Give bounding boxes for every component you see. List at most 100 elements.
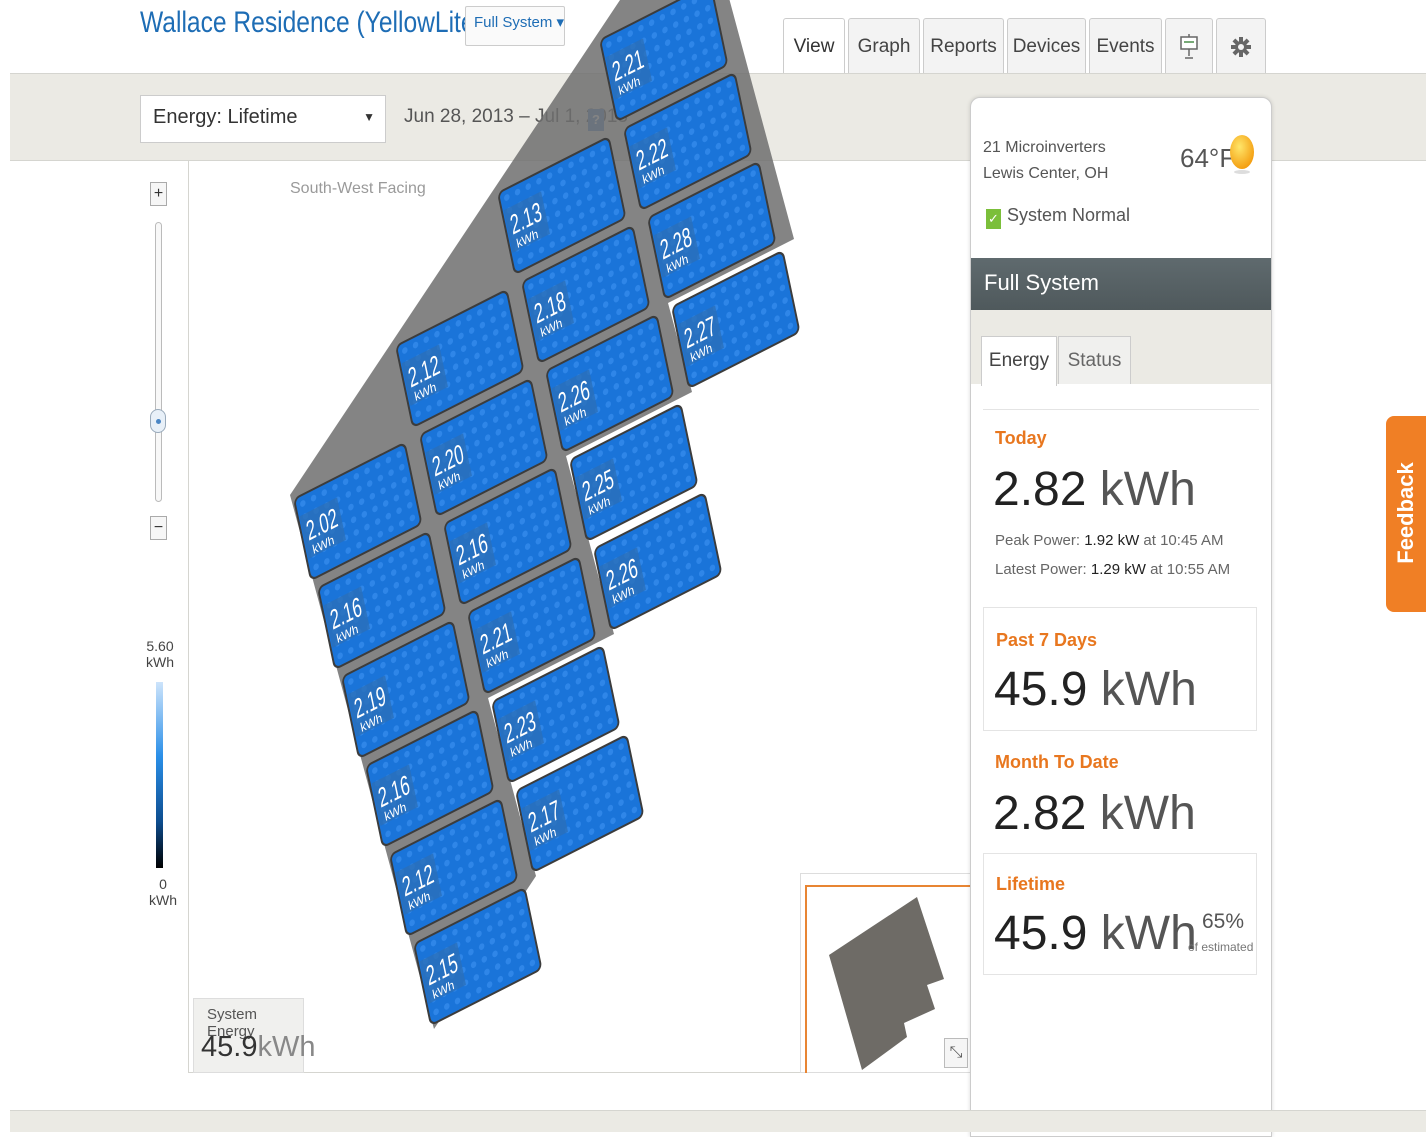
system-name-header: Full System [971, 258, 1271, 310]
panel-cell [656, 57, 663, 65]
zoom-out-button[interactable]: − [150, 516, 167, 540]
system-energy-value: 45.9kWh [201, 1031, 315, 1064]
latest-power: Latest Power: 1.29 kW at 10:55 AM [995, 561, 1230, 578]
tab-reports-label: Reports [930, 35, 997, 57]
system-energy-unit: kWh [257, 1031, 316, 1063]
tab-events-label: Events [1096, 35, 1155, 57]
legend-max-unit: kWh [146, 654, 174, 670]
panel-cell [648, 19, 655, 27]
stat-today: Today 2.82 kWh Peak Power: 1.92 kW at 10… [983, 418, 1257, 608]
panel-cell [702, 48, 708, 56]
zoom-slider[interactable] [155, 222, 162, 502]
panel-cell [659, 13, 666, 21]
panel-cell [619, 48, 625, 56]
facing-label: South-West Facing [290, 180, 426, 197]
past7-unit: kWh [1100, 663, 1197, 716]
page-title: Wallace Residence (YellowLite) [140, 6, 483, 39]
zoom-in-button[interactable]: + [150, 182, 167, 206]
system-dropdown[interactable]: Full System ▾ [465, 6, 565, 46]
mtd-unit: kWh [1099, 787, 1196, 840]
panel-cell [630, 42, 636, 50]
panel-cell [654, 44, 660, 52]
latest-power-label: Latest Power: [995, 561, 1091, 578]
panel-cell [664, 39, 671, 46]
tab-events[interactable]: Events [1089, 18, 1162, 74]
chevron-down-icon: ▾ [556, 14, 565, 31]
panel-cell [622, 61, 628, 68]
panel-cell [686, 28, 692, 36]
system-status-text: System Normal [1007, 205, 1131, 225]
panel-cell [680, 59, 687, 66]
panel-cell [646, 62, 652, 70]
lifetime-unit: kWh [1100, 907, 1197, 960]
panel-cell [640, 37, 647, 45]
lifetime-label: Lifetime [996, 874, 1066, 894]
tab-view[interactable]: View [783, 18, 845, 75]
gear-icon [1231, 36, 1251, 57]
feedback-label: Feedback [1393, 462, 1418, 564]
peak-power: Peak Power: 1.92 kW at 10:45 AM [995, 532, 1223, 549]
minimap-array-shape [829, 897, 944, 1070]
panel-cell [678, 46, 684, 54]
lifetime-value: 45.9 kWh [994, 906, 1197, 961]
legend-min: 0 kWh [149, 876, 177, 908]
minimap-toggle-button[interactable]: ⤡ [944, 1038, 968, 1068]
tab-energy[interactable]: Energy [981, 336, 1057, 386]
stat-past7: Past 7 Days 45.9 kWh [983, 607, 1257, 731]
energy-range-label: Energy: Lifetime [153, 106, 298, 128]
panel-cell [627, 30, 633, 37]
system-energy-box: System Energy 45.9kWh [193, 998, 315, 1073]
panel-cell [608, 53, 615, 61]
panel-cell [704, 61, 711, 68]
lifetime-percent-label: of estimated [1188, 940, 1254, 954]
panel-cell [691, 53, 698, 61]
mtd-number: 2.82 [993, 787, 1087, 840]
color-legend-bar [156, 682, 163, 868]
panel-cell [662, 26, 668, 34]
stat-lifetime: Lifetime 45.9 kWh 65% of estimated [983, 853, 1257, 975]
panel-cell [712, 42, 719, 50]
panel-cell [688, 41, 695, 48]
legend-max-value: 5.60 [146, 638, 174, 654]
past7-label: Past 7 Days [996, 630, 1098, 650]
tab-status[interactable]: Status [1058, 336, 1131, 384]
panel-cell [616, 35, 623, 43]
panel-cell [670, 64, 676, 72]
panel-cell [683, 15, 690, 23]
tab-view-label: View [793, 36, 835, 57]
check-icon: ✓ [986, 209, 1001, 229]
tab-reports[interactable]: Reports [923, 18, 1004, 74]
legend-min-value: 0 [159, 876, 167, 892]
panel-cell [691, 0, 698, 5]
energy-range-select[interactable]: Energy: Lifetime ▼ [140, 95, 386, 143]
sun-icon [1230, 135, 1254, 174]
lifetime-number: 45.9 [994, 907, 1088, 960]
system-status: ✓ System Normal [986, 205, 1130, 229]
tab-graph-label: Graph [857, 35, 911, 57]
past7-number: 45.9 [994, 663, 1088, 716]
legend-min-unit: kWh [149, 892, 177, 908]
lifetime-percent: 65% [1202, 910, 1245, 933]
panel-cell [705, 4, 711, 12]
panel-cell [670, 8, 676, 16]
zoom-slider-handle[interactable] [150, 409, 166, 433]
tab-graph[interactable]: Graph [848, 18, 920, 74]
site-location: Lewis Center, OH [983, 165, 1109, 182]
feedback-tab[interactable]: Feedback [1386, 416, 1426, 612]
today-label: Today [995, 428, 1047, 448]
tab-presentation[interactable] [1165, 18, 1213, 74]
panel-cell [667, 51, 674, 59]
presentation-icon [1180, 33, 1198, 59]
peak-power-label: Peak Power: [995, 532, 1085, 549]
help-icon[interactable]: ? [588, 109, 604, 131]
tab-settings[interactable] [1216, 18, 1266, 74]
dropdown-arrow-icon: ▼ [363, 110, 375, 124]
tab-devices[interactable]: Devices [1007, 18, 1086, 74]
today-value: 2.82 kWh [993, 462, 1196, 517]
panel-cell [632, 55, 639, 63]
latest-power-value: 1.29 kW [1090, 561, 1146, 578]
panel-cell [672, 21, 679, 28]
latest-power-time: at 10:55 AM [1145, 561, 1231, 578]
legend-max: 5.60 kWh [146, 638, 174, 670]
panel-cell [699, 35, 706, 43]
